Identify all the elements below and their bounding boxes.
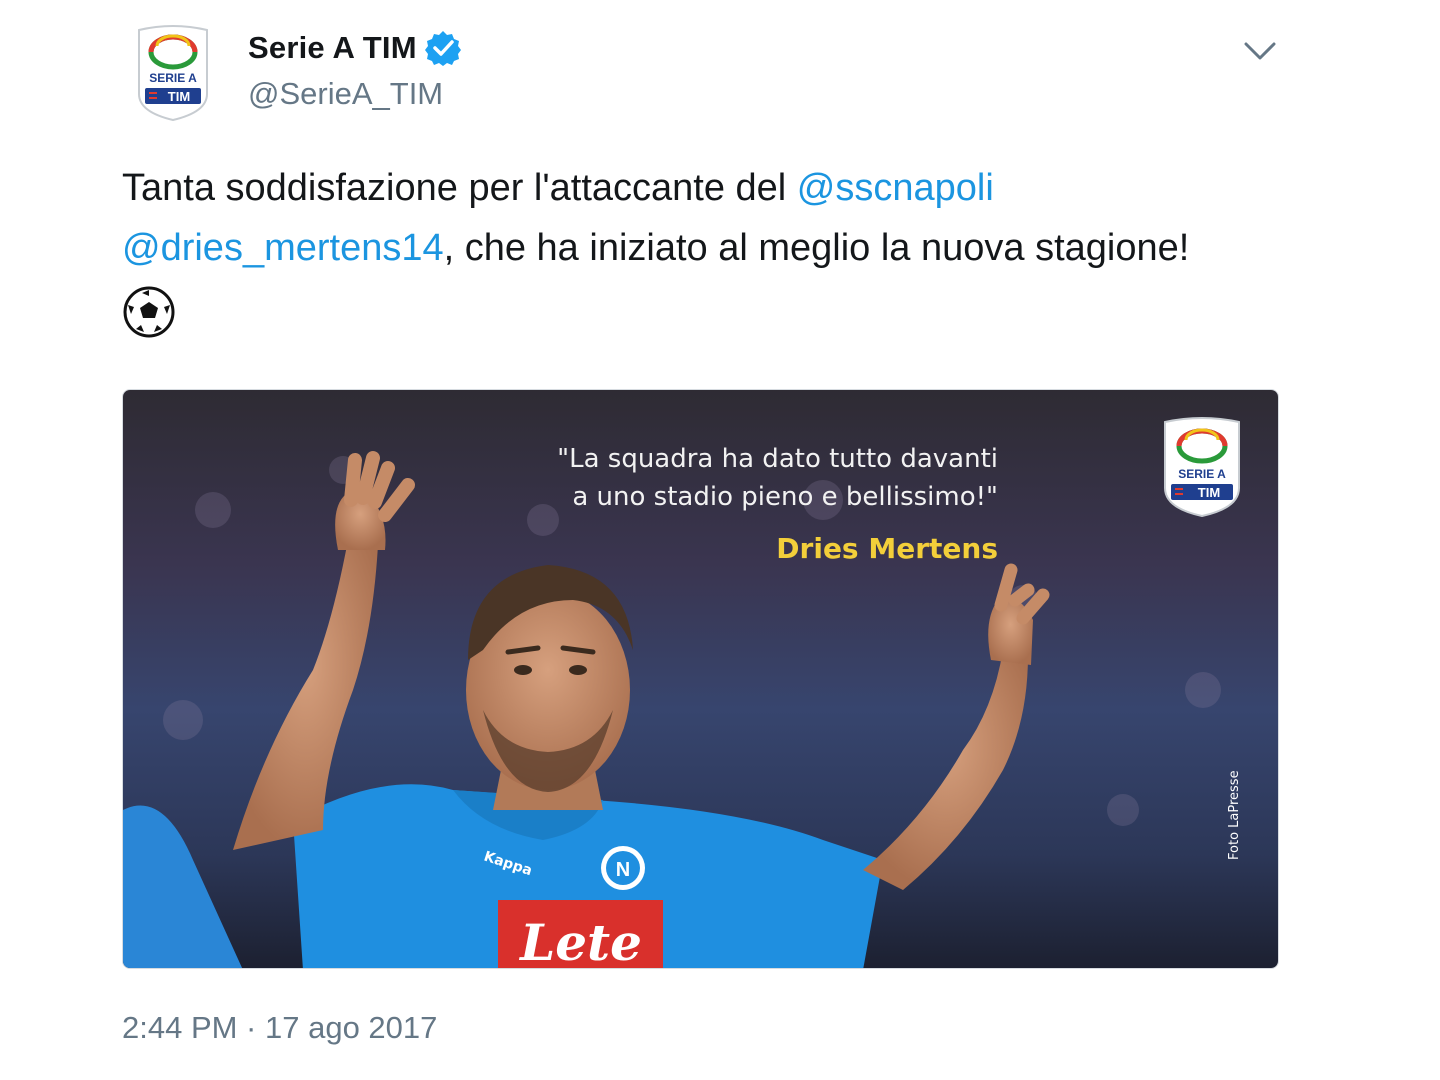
author-name-row: Serie A TIM [248,30,461,66]
media-logo-label-top: SERIE A [1178,467,1226,481]
mention-dries-mertens[interactable]: @dries_mertens14 [122,227,444,269]
mention-sscnapoli[interactable]: @sscnapoli [797,167,994,209]
tweet-text: Tanta soddisfazione per l'attaccante del… [122,158,1302,339]
quote-author: Dries Mertens [776,532,998,565]
tweet-media-image[interactable]: Lete Kappa N "La squadra ha dato tutto d… [122,389,1279,969]
chevron-down-icon[interactable] [1240,36,1280,64]
verified-badge-icon [424,31,461,66]
shirt-sponsor: Lete [518,913,642,969]
avatar-label-bottom: TIM [168,89,190,104]
photo-credit: Foto LaPresse [1227,770,1242,860]
soccer-ball-icon [123,286,175,338]
tweet-text-part: , che ha iniziato al meglio la nuova sta… [443,227,1190,269]
media-logo-label-bottom: TIM [1198,485,1220,500]
svg-text:N: N [616,859,630,881]
serie-a-logo-icon: SERIE A TIM [1164,417,1240,518]
tweet-text-part: Tanta soddisfazione per l'attaccante del [122,167,797,209]
author-handle[interactable]: @SerieA_TIM [248,76,443,112]
tweet-timestamp[interactable]: 2:44 PM · 17 ago 2017 [122,1010,437,1046]
avatar-label-top: SERIE A [149,71,197,85]
avatar[interactable]: SERIE A TIM [133,24,213,122]
quote-line: a uno stadio pieno e bellissimo!" [572,482,998,512]
quote-line: "La squadra ha dato tutto davanti [557,444,998,474]
media-quote: "La squadra ha dato tutto davanti a uno … [557,440,998,516]
display-name[interactable]: Serie A TIM [248,30,417,66]
